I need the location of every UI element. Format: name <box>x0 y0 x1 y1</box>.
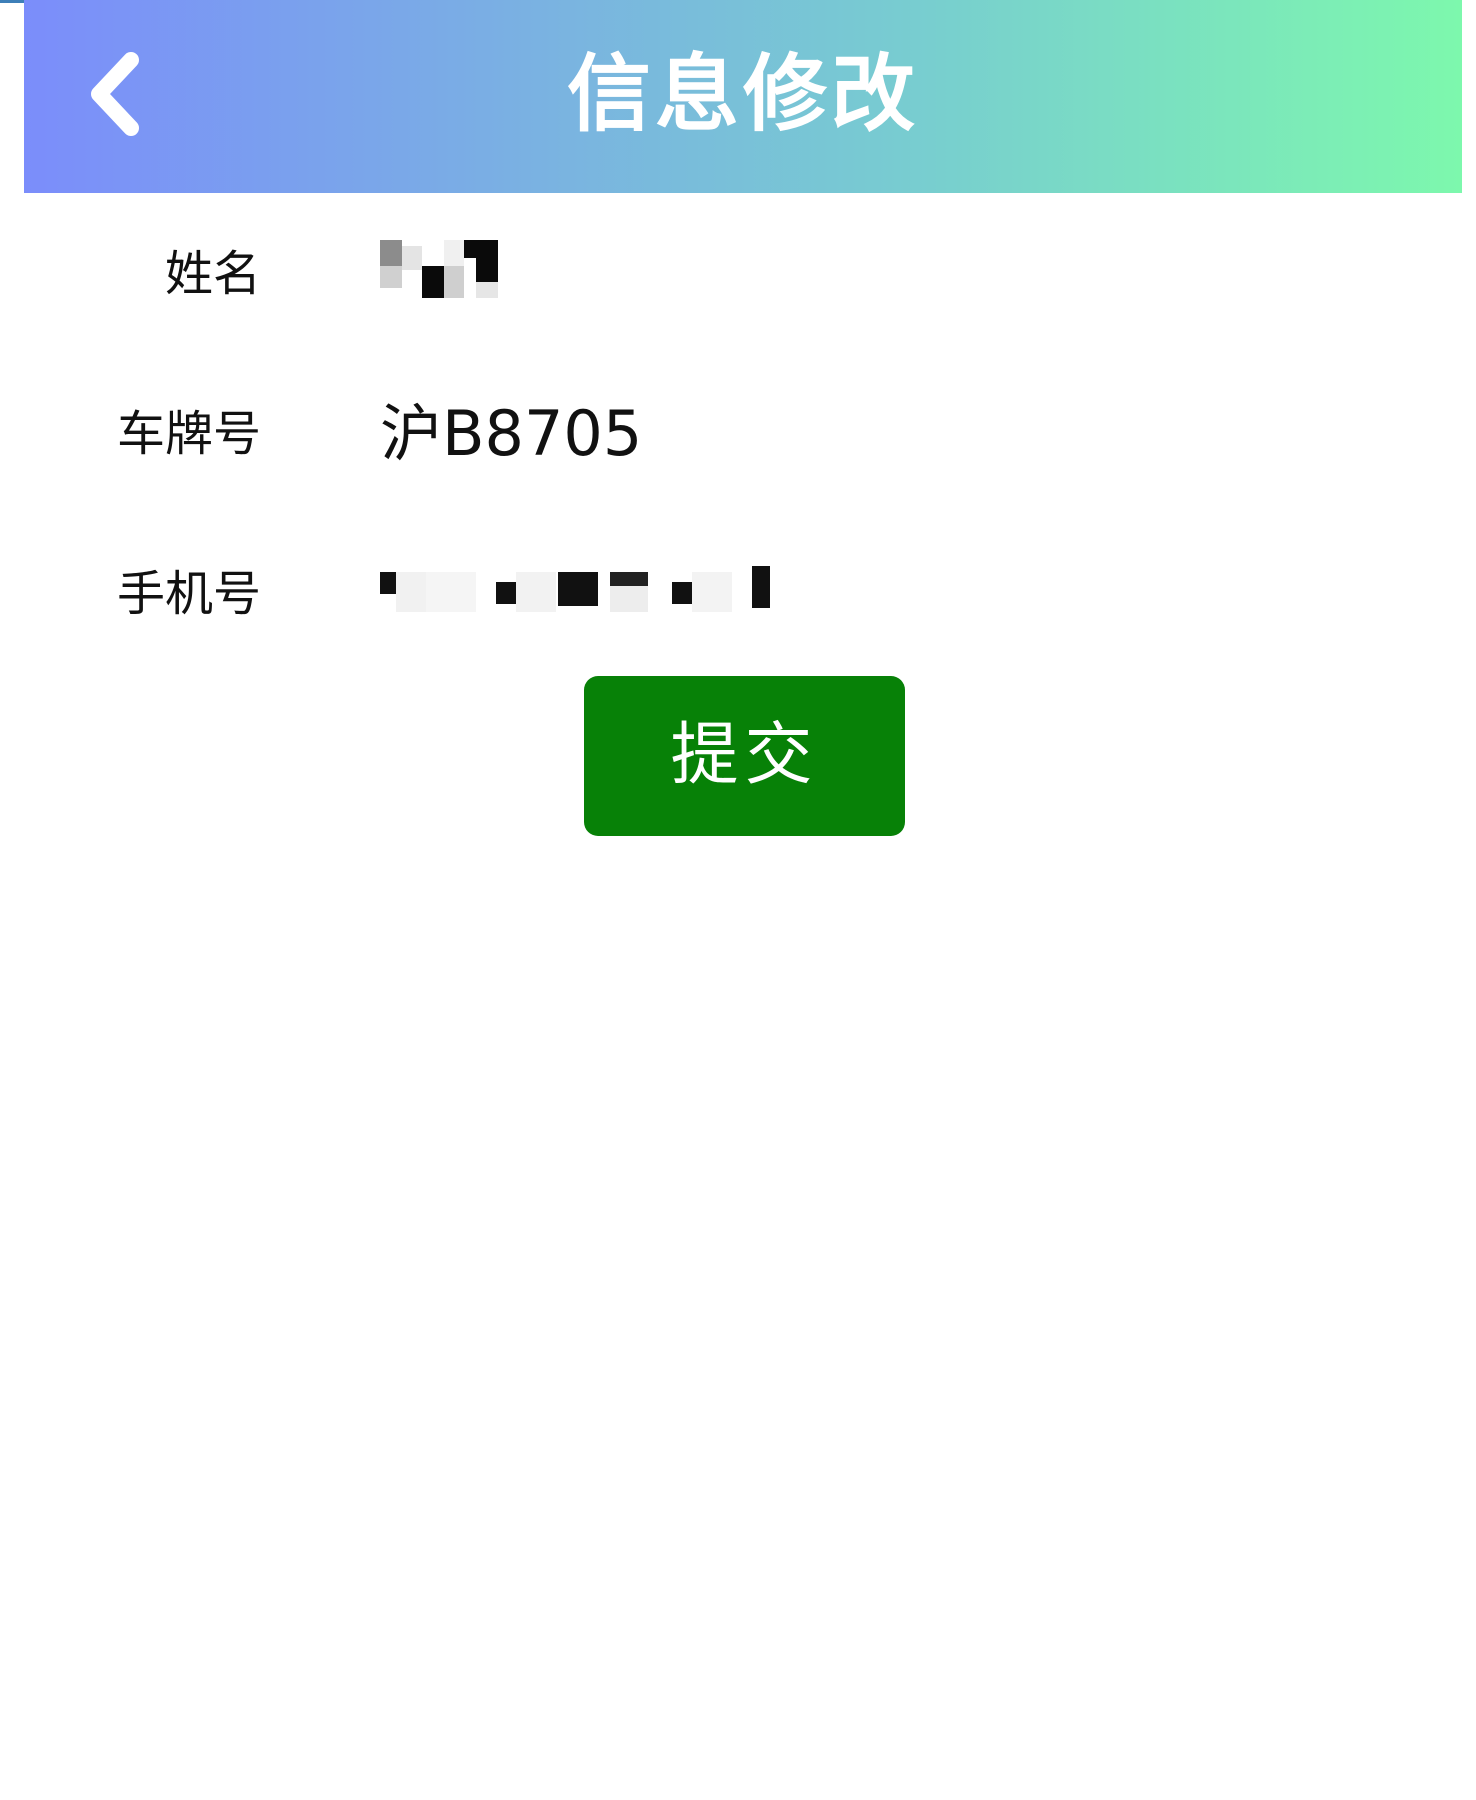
mosaic-block <box>516 572 556 612</box>
mosaic-block <box>476 240 498 282</box>
mosaic-block <box>558 572 598 606</box>
page-header: 信息修改 <box>24 0 1462 193</box>
mosaic-block <box>476 282 498 298</box>
plate-label: 车牌号 <box>116 406 261 462</box>
phone-row: 手机号 <box>0 540 1476 650</box>
mosaic-block <box>426 572 476 612</box>
plate-row: 车牌号 沪B8705 <box>0 380 1476 490</box>
name-label: 姓名 <box>164 246 261 302</box>
mosaic-block <box>380 572 396 594</box>
submit-button[interactable]: 提交 <box>584 676 905 836</box>
mosaic-block <box>422 266 444 298</box>
phone-label: 手机号 <box>116 566 261 622</box>
mosaic-block <box>692 572 732 612</box>
mosaic-block <box>496 582 516 604</box>
mosaic-block <box>380 240 402 266</box>
mosaic-block <box>402 246 422 270</box>
plate-field[interactable]: 沪B8705 <box>380 394 642 474</box>
mosaic-block <box>672 582 692 604</box>
name-field-masked[interactable] <box>380 240 520 310</box>
mosaic-block <box>752 566 770 608</box>
mosaic-block <box>610 586 648 612</box>
phone-field-masked[interactable] <box>380 560 780 630</box>
mosaic-block <box>396 572 426 612</box>
mosaic-block <box>610 572 648 586</box>
name-row: 姓名 <box>0 220 1476 330</box>
mosaic-block <box>380 266 402 288</box>
mosaic-block <box>444 240 464 266</box>
mosaic-block <box>444 266 464 298</box>
page-title: 信息修改 <box>566 45 919 143</box>
